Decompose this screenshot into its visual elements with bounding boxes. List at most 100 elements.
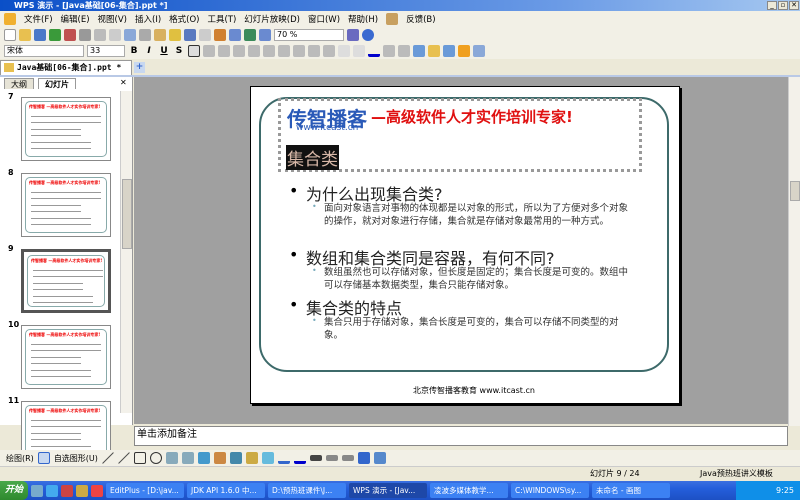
format-painter-icon[interactable]: [169, 29, 181, 41]
print-icon[interactable]: [79, 29, 91, 41]
increase-indent-icon[interactable]: [353, 45, 365, 57]
menu-window[interactable]: 窗口(W): [308, 13, 340, 25]
save-icon[interactable]: [34, 29, 46, 41]
underline-button[interactable]: U: [158, 46, 170, 56]
font-size-select[interactable]: 33: [87, 45, 125, 57]
line-icon[interactable]: [101, 452, 114, 464]
fill-color-icon[interactable]: [261, 452, 274, 464]
dash-style-icon[interactable]: [325, 455, 338, 461]
copy-icon[interactable]: [124, 29, 136, 41]
bullet-detail[interactable]: 集合只用于存储对象，集合长度是可变的，集合可以存储不同类型的对象。: [324, 316, 634, 342]
close-panel-icon[interactable]: ✕: [120, 78, 127, 87]
menu-file[interactable]: 文件(F): [24, 13, 53, 25]
taskbar-item[interactable]: 凌波多媒体教学...: [430, 483, 509, 498]
tab-slides[interactable]: 幻灯片: [38, 78, 76, 89]
editor-scroll-thumb[interactable]: [790, 181, 800, 201]
animation-icon[interactable]: [473, 45, 485, 57]
taskbar-item[interactable]: JDK API 1.6.0 中...: [187, 483, 266, 498]
bullet-detail[interactable]: 数组虽然也可以存储对象，但长度是固定的；集合长度是可变的。数组中可以存储基本数据…: [324, 266, 634, 292]
notes-input[interactable]: 单击添加备注: [134, 426, 788, 446]
taskbar-item[interactable]: C:\WINDOWS\sy...: [511, 483, 590, 498]
align-right-icon[interactable]: [218, 45, 230, 57]
autoshapes-menu[interactable]: 自选图形(U): [54, 453, 98, 464]
help-icon[interactable]: [362, 29, 374, 41]
new-slide-icon[interactable]: [428, 45, 440, 57]
document-tab[interactable]: Java基础[06-集合].ppt * ✕: [0, 60, 132, 86]
paste-icon[interactable]: [154, 29, 166, 41]
bullet-detail[interactable]: 面向对象语言对事物的体现都是以对象的形式，所以为了方便对多个对象的操作，就对对象…: [324, 202, 634, 228]
wordart-icon[interactable]: [197, 452, 210, 464]
color-scheme-icon[interactable]: [458, 45, 470, 57]
print-preview-icon[interactable]: [94, 29, 106, 41]
start-button[interactable]: 开始: [0, 481, 29, 500]
menu-edit[interactable]: 编辑(E): [61, 13, 90, 25]
slide-thumbnail[interactable]: 传智播客 —高级软件人才实作培训专家!: [21, 173, 111, 237]
menu-help[interactable]: 帮助(H): [348, 13, 378, 25]
diagram-icon[interactable]: [213, 452, 226, 464]
slide-thumbnail[interactable]: 传智播客 —高级软件人才实作培训专家!: [21, 97, 111, 161]
redo-icon[interactable]: [199, 29, 211, 41]
open-icon[interactable]: [19, 29, 31, 41]
align-center-icon[interactable]: [203, 45, 215, 57]
zoom-select[interactable]: 70 %: [274, 29, 344, 41]
menu-tools[interactable]: 工具(T): [207, 13, 236, 25]
menu-format[interactable]: 格式(O): [169, 13, 199, 25]
vertical-textbox-icon[interactable]: [181, 452, 194, 464]
undo-icon[interactable]: [184, 29, 196, 41]
3d-icon[interactable]: [373, 452, 386, 464]
clipart-icon[interactable]: [229, 452, 242, 464]
line-style-icon[interactable]: [309, 455, 322, 461]
line-color-icon[interactable]: [277, 452, 290, 464]
find-icon[interactable]: [347, 29, 359, 41]
numbering-icon[interactable]: [278, 45, 290, 57]
increase-font-icon[interactable]: [308, 45, 320, 57]
vertical-text-icon[interactable]: [263, 45, 275, 57]
taskbar-item[interactable]: WPS 演示 - [Jav...: [349, 483, 428, 498]
scroll-thumb[interactable]: [122, 179, 132, 249]
new-tab-button[interactable]: +: [134, 62, 145, 73]
traditional-chinese-icon[interactable]: [109, 29, 121, 41]
grid-icon[interactable]: [259, 29, 271, 41]
shadow-icon[interactable]: [357, 452, 370, 464]
align-left-icon[interactable]: [188, 45, 200, 57]
textbox-icon[interactable]: [165, 452, 178, 464]
taskbar-item[interactable]: EditPlus - [D:\jav...: [106, 483, 185, 498]
tab-outline[interactable]: 大纲: [4, 78, 34, 89]
draw-menu[interactable]: 绘图(R): [6, 453, 34, 464]
shadow-button[interactable]: S: [173, 46, 185, 56]
font-select[interactable]: 宋体: [4, 45, 84, 57]
menu-feedback[interactable]: 反馈(B): [406, 13, 435, 25]
paragraph-spacing-icon[interactable]: [398, 45, 410, 57]
chart-icon[interactable]: [214, 29, 226, 41]
quicklaunch-icon-2[interactable]: [61, 484, 74, 497]
slide-title[interactable]: 集合类: [286, 145, 339, 170]
layout-icon[interactable]: [443, 45, 455, 57]
menu-view[interactable]: 视图(V): [98, 13, 127, 25]
menu-slideshow[interactable]: 幻灯片放映(D): [244, 13, 300, 25]
drawing-font-color-icon[interactable]: [293, 452, 306, 464]
select-objects-icon[interactable]: [37, 452, 50, 464]
justify-icon[interactable]: [233, 45, 245, 57]
panel-scrollbar[interactable]: [120, 91, 132, 413]
minimize-button[interactable]: _: [767, 1, 777, 10]
bullets-icon[interactable]: [293, 45, 305, 57]
maximize-button[interactable]: ▫: [778, 1, 788, 10]
menu-insert[interactable]: 插入(I): [135, 13, 161, 25]
arrow-icon[interactable]: [117, 452, 130, 464]
hyperlink-icon[interactable]: [244, 29, 256, 41]
distribute-icon[interactable]: [248, 45, 260, 57]
decrease-font-icon[interactable]: [323, 45, 335, 57]
ie-icon[interactable]: [46, 484, 59, 497]
slide-thumbnail[interactable]: 传智播客 —高级软件人才实作培训专家!: [21, 249, 111, 313]
picture-icon[interactable]: [245, 452, 258, 464]
line-spacing-icon[interactable]: [383, 45, 395, 57]
ellipse-icon[interactable]: [149, 452, 162, 464]
quicklaunch-icon[interactable]: [31, 484, 44, 497]
cut-icon[interactable]: [139, 29, 151, 41]
pdf-icon[interactable]: [64, 29, 76, 41]
new-icon[interactable]: [4, 29, 16, 41]
arrow-style-icon[interactable]: [341, 455, 354, 461]
bold-button[interactable]: B: [128, 46, 140, 56]
rectangle-icon[interactable]: [133, 452, 146, 464]
quicklaunch-icon-4[interactable]: [91, 484, 104, 497]
